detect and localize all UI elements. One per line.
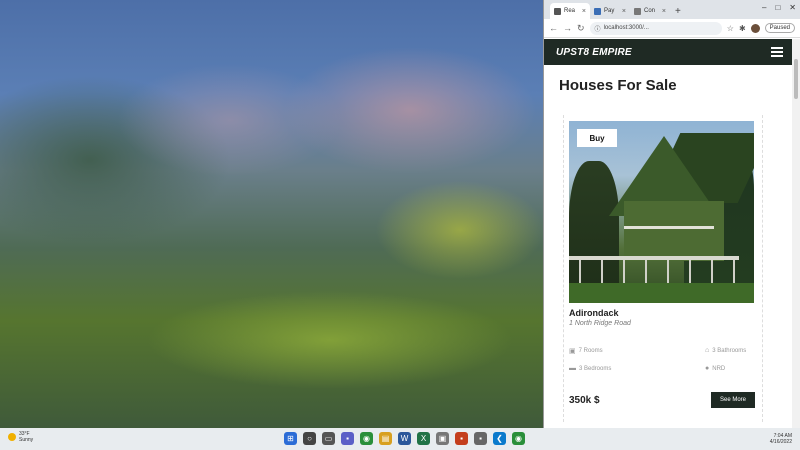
vscode-icon[interactable]: ❮ [493, 432, 506, 445]
tab-label: Rea [564, 8, 576, 14]
minimize-icon[interactable]: – [762, 3, 766, 12]
info-icon: ⓘ [594, 26, 601, 33]
house-photo: Buy [569, 121, 754, 303]
location-label: NRD [712, 365, 726, 372]
feature-location: ● NRD [705, 365, 725, 372]
tab-real-estate[interactable]: Rea × [550, 3, 590, 19]
word-icon[interactable]: W [398, 432, 411, 445]
close-window-icon[interactable]: ✕ [789, 3, 796, 12]
bookmark-star-icon[interactable]: ☆ [727, 24, 734, 33]
web-page: UPST8 EMPIRE Houses For Sale Buy Adirond… [544, 39, 793, 428]
rooms-label: 7 Rooms [578, 348, 603, 354]
task-view-icon[interactable]: ▭ [322, 432, 335, 445]
see-more-button[interactable]: See More [711, 392, 755, 408]
chrome-icon[interactable]: ◉ [360, 432, 373, 445]
bed-icon: ▬ [569, 365, 576, 372]
tab-bar: Rea × Pay × Con × + – □ ✕ [544, 0, 800, 19]
site-logo[interactable]: UPST8 EMPIRE [556, 47, 632, 58]
feature-rooms: ▣ 7 Rooms [569, 347, 603, 355]
excel-icon[interactable]: X [417, 432, 430, 445]
weather-condition: Sunny [19, 437, 34, 443]
hamburger-menu-icon[interactable] [771, 47, 783, 57]
profile-avatar[interactable] [750, 23, 760, 33]
extensions-icon[interactable]: ✱ [739, 24, 746, 33]
system-clock[interactable]: 7:04 AM 4/16/2022 [770, 433, 792, 445]
back-icon[interactable]: ← [549, 23, 558, 33]
close-tab-icon[interactable]: × [582, 8, 586, 15]
taskbar-apps: ⊞ ○ ▭ ▪ ◉ ▤ W X ▣ ▪ ▪ ❮ ◉ [284, 432, 525, 445]
listing-address: 1 North Ridge Road [569, 320, 631, 327]
site-navbar: UPST8 EMPIRE [544, 39, 793, 65]
close-tab-icon[interactable]: × [662, 8, 666, 15]
taskbar: 33°F Sunny ⊞ ○ ▭ ▪ ◉ ▤ W X ▣ ▪ ▪ ❮ ◉ 7:0… [0, 428, 800, 450]
maximize-icon[interactable]: □ [775, 3, 780, 12]
browser-icon[interactable]: ◉ [512, 432, 525, 445]
weather-widget[interactable]: 33°F Sunny [8, 431, 33, 443]
favicon-icon [554, 7, 561, 15]
feature-bedrooms: ▬ 3 Bedrooms [569, 365, 611, 372]
tab-payment[interactable]: Pay × [590, 3, 630, 19]
chat-icon[interactable]: ▪ [341, 432, 354, 445]
scrollbar-thumb[interactable] [794, 59, 798, 99]
bedrooms-label: 3 Bedrooms [579, 365, 612, 372]
listing-price: 350k $ [569, 395, 600, 406]
store-icon[interactable]: ▣ [436, 432, 449, 445]
browser-window: Rea × Pay × Con × + – □ ✕ ← → ↻ ⓘ localh… [543, 0, 800, 428]
sun-icon [8, 433, 16, 441]
location-pin-icon: ● [705, 365, 710, 372]
reload-icon[interactable]: ↻ [577, 23, 585, 34]
address-bar-row: ← → ↻ ⓘ localhost:3000/... ☆ ✱ Paused [544, 19, 800, 38]
app-icon-2[interactable]: ▪ [474, 432, 487, 445]
listing-type-badge: Buy [577, 129, 617, 147]
url-input[interactable]: ⓘ localhost:3000/... [589, 21, 722, 35]
url-text: localhost:3000/... [603, 25, 649, 31]
forward-icon[interactable]: → [563, 23, 572, 33]
clock-date: 4/16/2022 [769, 439, 792, 445]
start-icon[interactable]: ⊞ [284, 432, 297, 445]
tab-label: Pay [604, 8, 615, 14]
file-explorer-icon[interactable]: ▤ [379, 432, 392, 445]
listing-card: Buy Adirondack 1 North Ridge Road ▣ 7 Ro… [563, 115, 763, 422]
search-icon[interactable]: ○ [303, 432, 316, 445]
listing-title: Adirondack [569, 308, 619, 318]
page-title: Houses For Sale [559, 77, 677, 94]
close-tab-icon[interactable]: × [622, 8, 626, 15]
app-icon[interactable]: ▪ [455, 432, 468, 445]
page-scrollbar[interactable] [792, 39, 800, 428]
tab-contact[interactable]: Con × [630, 3, 670, 19]
feature-bathrooms: ⌂ 3 Bathrooms [705, 347, 746, 354]
tab-label: Con [644, 8, 656, 14]
sync-paused-button[interactable]: Paused [764, 23, 795, 33]
favicon-icon [594, 7, 601, 15]
favicon-icon [634, 7, 641, 15]
bathtub-icon: ⌂ [705, 347, 710, 354]
bathrooms-label: 3 Bathrooms [712, 347, 747, 354]
rooms-icon: ▣ [569, 348, 576, 355]
window-controls: – □ ✕ [762, 3, 796, 12]
new-tab-button[interactable]: + [670, 6, 686, 19]
